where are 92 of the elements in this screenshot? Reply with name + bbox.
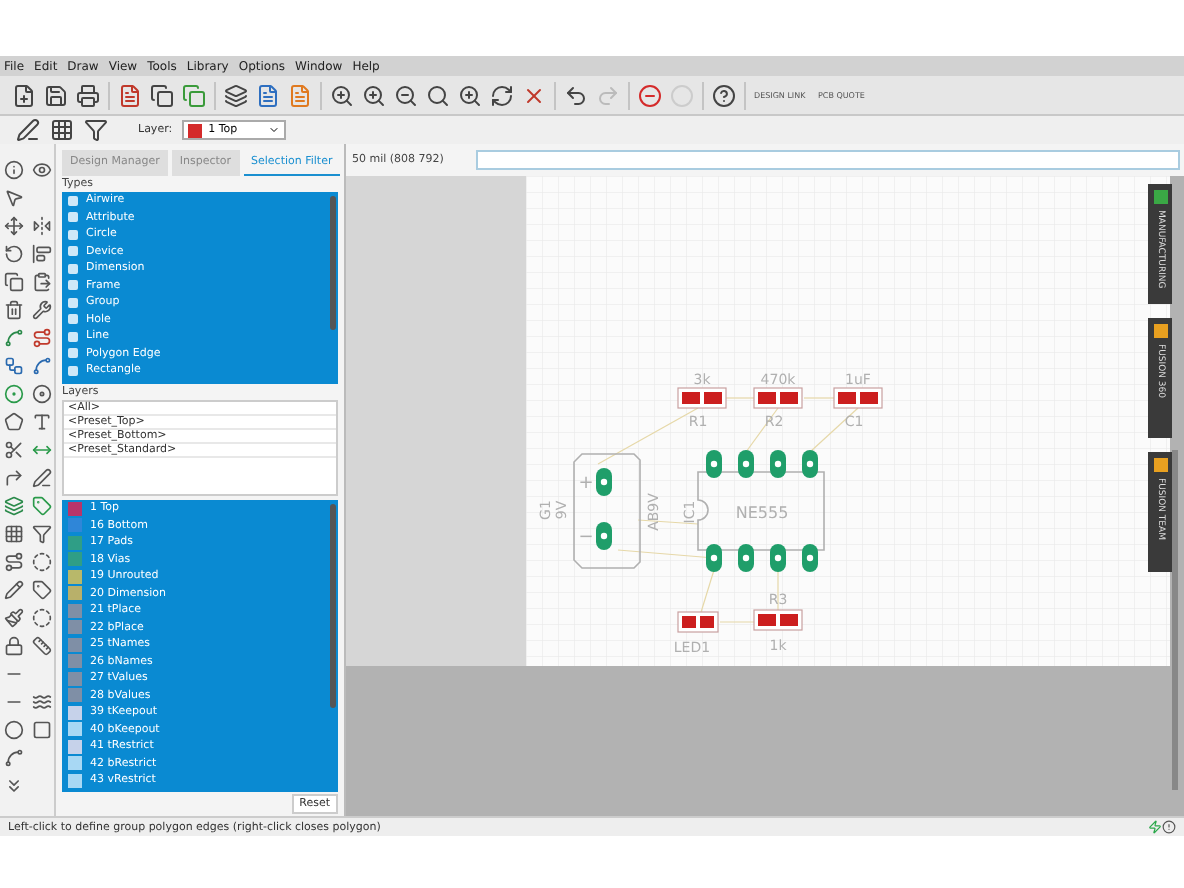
square-icon bbox=[68, 331, 78, 342]
square-icon bbox=[68, 229, 78, 240]
rotate-icon[interactable] bbox=[4, 244, 24, 264]
move-icon[interactable] bbox=[4, 216, 24, 236]
scissors-icon[interactable] bbox=[4, 440, 24, 460]
more-icon[interactable] bbox=[4, 776, 24, 796]
copy-icon[interactable] bbox=[4, 272, 24, 292]
layers-icon[interactable] bbox=[224, 83, 248, 107]
square-icon bbox=[68, 212, 78, 223]
route-icon[interactable] bbox=[32, 328, 52, 348]
resistor-footprint bbox=[753, 609, 803, 631]
square-icon bbox=[68, 280, 78, 291]
component-label: − bbox=[578, 528, 594, 548]
pen-icon[interactable] bbox=[32, 468, 52, 488]
square-icon bbox=[68, 365, 78, 376]
filter-icon[interactable] bbox=[84, 118, 108, 142]
airwire bbox=[745, 407, 779, 453]
filter-icon[interactable] bbox=[32, 524, 52, 544]
led-footprint bbox=[677, 611, 719, 633]
airwire bbox=[723, 397, 755, 399]
stop-icon[interactable] bbox=[638, 83, 662, 107]
curve-icon[interactable] bbox=[4, 748, 24, 768]
square-icon bbox=[68, 195, 78, 206]
align-icon[interactable] bbox=[32, 244, 52, 264]
square-icon bbox=[68, 246, 78, 257]
scrollbar[interactable] bbox=[330, 196, 336, 331]
command-field[interactable] bbox=[476, 150, 1180, 170]
airwire bbox=[777, 569, 779, 611]
square-icon bbox=[68, 263, 78, 274]
resistor-footprint bbox=[677, 387, 727, 409]
copy-icon[interactable] bbox=[150, 83, 174, 107]
component-label: NE555 bbox=[735, 504, 789, 522]
new-file-icon[interactable] bbox=[12, 83, 36, 107]
tag-icon[interactable] bbox=[32, 496, 52, 516]
route-icon[interactable] bbox=[4, 552, 24, 572]
battery-outline bbox=[573, 453, 641, 569]
airwire bbox=[719, 621, 755, 623]
cross-icon[interactable] bbox=[522, 83, 546, 107]
grid-icon[interactable] bbox=[4, 524, 24, 544]
hole-icon[interactable] bbox=[32, 384, 52, 404]
pointer-icon[interactable] bbox=[4, 188, 24, 208]
square-icon bbox=[68, 314, 78, 325]
document-icon[interactable] bbox=[118, 83, 142, 107]
rectangle-icon[interactable] bbox=[32, 720, 52, 740]
info-icon[interactable] bbox=[4, 160, 24, 180]
dimension-icon[interactable] bbox=[32, 440, 52, 460]
lock-icon[interactable] bbox=[4, 636, 24, 656]
scrollbar[interactable] bbox=[1172, 450, 1178, 790]
lightning-icon[interactable] bbox=[1148, 820, 1162, 834]
text-icon[interactable] bbox=[32, 412, 52, 432]
airwire bbox=[803, 397, 835, 399]
resistor-footprint bbox=[753, 387, 803, 409]
ruler-icon[interactable] bbox=[32, 636, 52, 656]
save-icon[interactable] bbox=[44, 83, 68, 107]
route-icon[interactable] bbox=[4, 328, 24, 348]
search-icon[interactable] bbox=[426, 83, 450, 107]
ic-outline bbox=[697, 471, 825, 551]
airwire bbox=[809, 407, 859, 453]
dashed-circle-icon[interactable] bbox=[32, 608, 52, 628]
eraser-icon[interactable] bbox=[16, 118, 40, 142]
undo-icon[interactable] bbox=[564, 83, 588, 107]
polygon-icon[interactable] bbox=[4, 412, 24, 432]
alert-icon[interactable] bbox=[1162, 820, 1176, 834]
tag-icon[interactable] bbox=[32, 580, 52, 600]
help-icon[interactable] bbox=[712, 83, 736, 107]
paste-icon[interactable] bbox=[32, 272, 52, 292]
component-label: + bbox=[578, 474, 594, 494]
brush-icon[interactable] bbox=[4, 608, 24, 628]
capacitor-footprint bbox=[833, 387, 883, 409]
zoom-in-icon[interactable] bbox=[362, 83, 386, 107]
circle-icon[interactable] bbox=[4, 720, 24, 740]
zoom-in-icon[interactable] bbox=[330, 83, 354, 107]
refresh-icon[interactable] bbox=[490, 83, 514, 107]
zoom-in-icon[interactable] bbox=[458, 83, 482, 107]
scrollbar[interactable] bbox=[330, 504, 336, 709]
layers-icon[interactable] bbox=[4, 496, 24, 516]
print-icon[interactable] bbox=[76, 83, 100, 107]
eye-icon[interactable] bbox=[32, 160, 52, 180]
wrench-icon[interactable] bbox=[32, 300, 52, 320]
trash-icon[interactable] bbox=[4, 300, 24, 320]
pencil-icon[interactable] bbox=[4, 580, 24, 600]
grid-icon[interactable] bbox=[50, 118, 74, 142]
ratsnest-icon[interactable] bbox=[32, 552, 52, 572]
mirror-icon[interactable] bbox=[32, 216, 52, 236]
caret-icon bbox=[268, 124, 281, 136]
via-icon[interactable] bbox=[4, 384, 24, 404]
square-icon bbox=[68, 297, 78, 308]
workflow-icon[interactable] bbox=[4, 356, 24, 376]
zoom-out-icon[interactable] bbox=[394, 83, 418, 107]
document-icon[interactable] bbox=[256, 83, 280, 107]
square-icon bbox=[68, 348, 78, 359]
route-icon[interactable] bbox=[32, 356, 52, 376]
